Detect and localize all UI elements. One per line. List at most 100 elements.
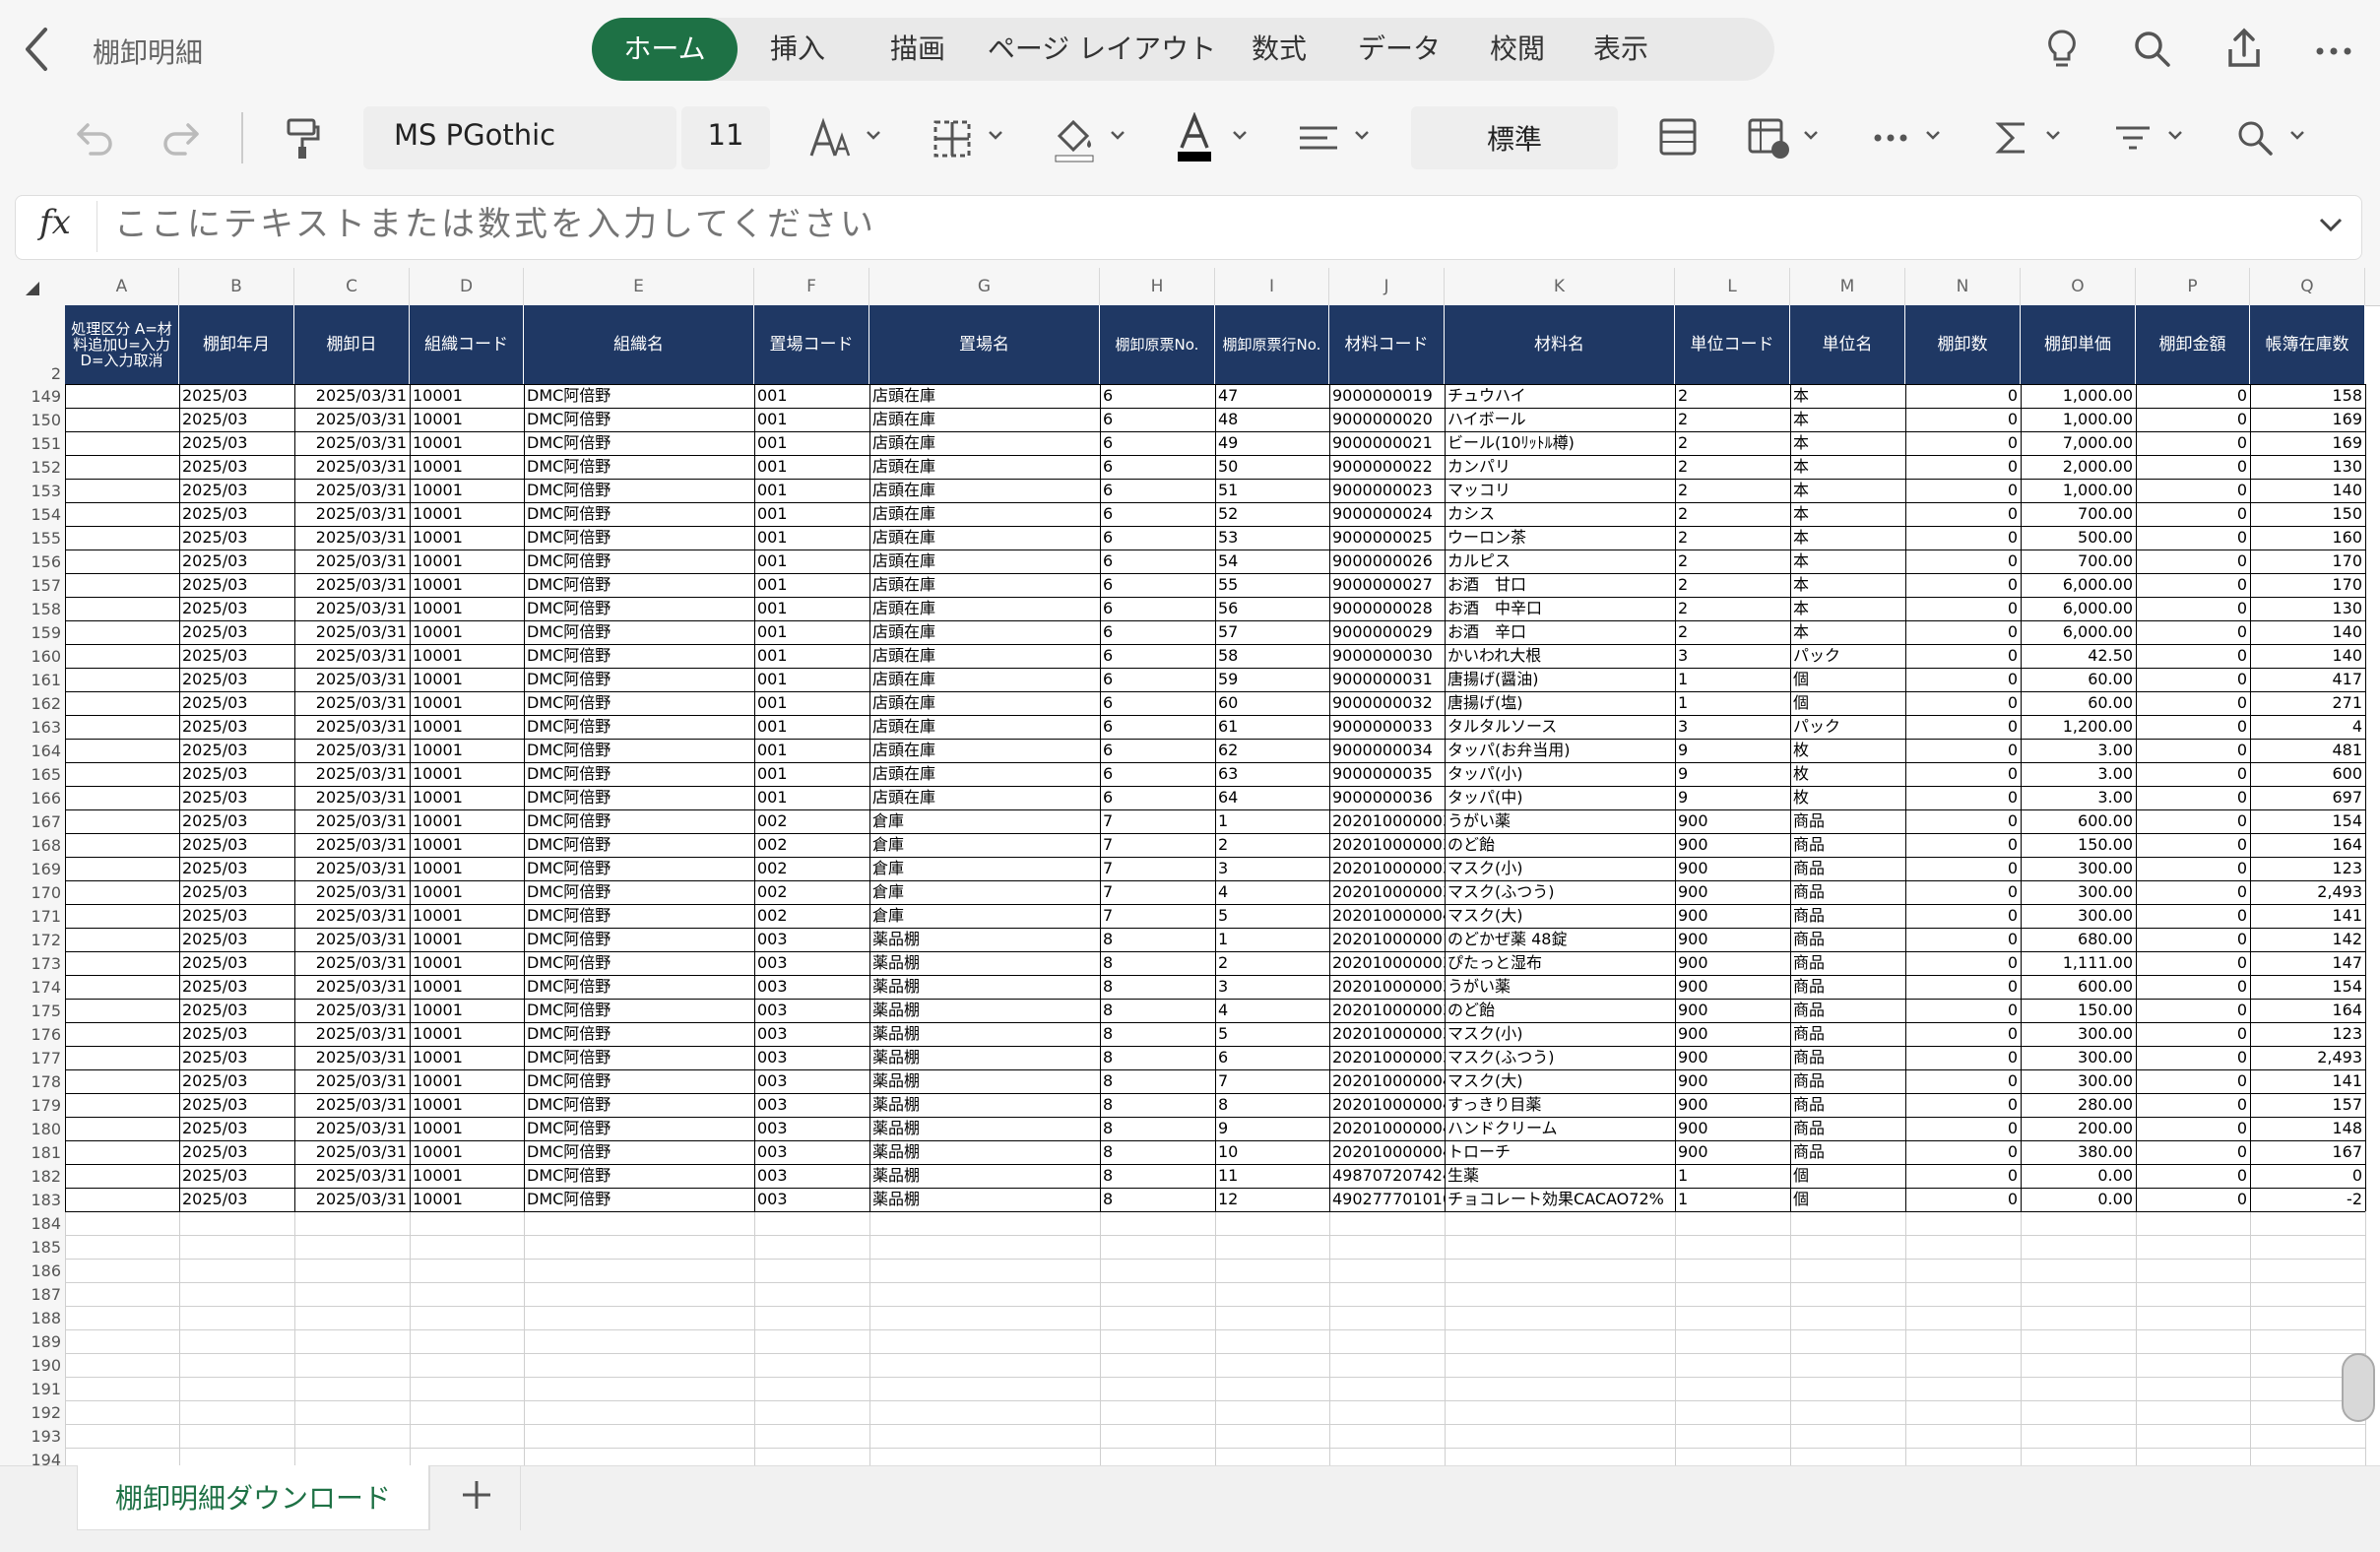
cell-col-h[interactable]: 6 [1100, 691, 1215, 715]
cell-col-j[interactable]: 2020100000036 [1329, 975, 1445, 999]
format-painter-icon[interactable] [283, 112, 322, 163]
cell-col-d[interactable]: 10001 [410, 809, 524, 833]
sort-filter-icon[interactable] [2113, 112, 2153, 163]
cell-col-a[interactable] [65, 1069, 179, 1093]
cell-col-e[interactable]: DMC阿倍野 [524, 644, 754, 668]
fx-icon[interactable]: fx [39, 203, 71, 242]
cell-col-d[interactable]: 10001 [410, 502, 524, 526]
row-number[interactable]: 173 [0, 954, 61, 973]
header-col-a[interactable]: 処理区分 A=材料追加U=入力D=入力取消 [65, 305, 179, 384]
cell-col-k[interactable]: お酒 中辛口 [1445, 597, 1675, 620]
row-number[interactable]: 153 [0, 482, 61, 500]
cell-col-j[interactable]: 2020100000036 [1329, 809, 1445, 833]
cell-col-m[interactable]: 本 [1790, 455, 1905, 479]
header-col-j[interactable]: 材料コード [1329, 305, 1445, 384]
cell-col-k[interactable]: のど飴 [1445, 833, 1675, 857]
row-number[interactable]: 186 [0, 1261, 61, 1280]
cell-col-l[interactable]: 2 [1675, 597, 1790, 620]
cell-col-h[interactable]: 8 [1100, 928, 1215, 951]
cell-col-e[interactable]: DMC阿倍野 [524, 502, 754, 526]
autosum-icon[interactable] [1993, 112, 2030, 163]
font-size-adjust-icon[interactable] [807, 112, 853, 163]
cell-col-o[interactable]: 3.00 [2021, 786, 2136, 809]
cell-col-f[interactable]: 003 [754, 1164, 869, 1188]
cell-col-l[interactable]: 2 [1675, 620, 1790, 644]
cell-col-n[interactable]: 0 [1905, 715, 2021, 739]
cell-col-k[interactable]: マスク(ふつう) [1445, 1046, 1675, 1069]
cell-col-n[interactable]: 0 [1905, 1140, 2021, 1164]
chevron-down-icon[interactable] [2288, 126, 2306, 144]
cell-col-e[interactable]: DMC阿倍野 [524, 809, 754, 833]
cell-col-d[interactable]: 10001 [410, 1164, 524, 1188]
cell-col-c[interactable]: 2025/03/31 [294, 691, 410, 715]
cell-col-b[interactable]: 2025/03 [179, 786, 294, 809]
cell-col-b[interactable]: 2025/03 [179, 739, 294, 762]
cell-col-k[interactable]: ハンドクリーム [1445, 1117, 1675, 1140]
cell-col-k[interactable]: ハイボール [1445, 408, 1675, 431]
cell-col-b[interactable]: 2025/03 [179, 833, 294, 857]
row-number[interactable]: 170 [0, 883, 61, 902]
cell-col-a[interactable] [65, 668, 179, 691]
cell-col-m[interactable]: 本 [1790, 502, 1905, 526]
cell-col-o[interactable]: 680.00 [2021, 928, 2136, 951]
cell-col-f[interactable]: 001 [754, 620, 869, 644]
formula-input[interactable] [112, 200, 2283, 249]
cell-col-o[interactable]: 1,000.00 [2021, 408, 2136, 431]
cell-col-i[interactable]: 6 [1215, 1046, 1329, 1069]
cell-col-c[interactable]: 2025/03/31 [294, 1093, 410, 1117]
cell-col-g[interactable]: 店頭在庫 [869, 597, 1100, 620]
cell-col-c[interactable]: 2025/03/31 [294, 550, 410, 573]
row-number[interactable]: 166 [0, 789, 61, 808]
cell-col-j[interactable]: 9000000033 [1329, 715, 1445, 739]
cell-col-n[interactable]: 0 [1905, 691, 2021, 715]
cell-col-h[interactable]: 6 [1100, 550, 1215, 573]
cell-col-b[interactable]: 2025/03 [179, 880, 294, 904]
row-number[interactable]: 183 [0, 1191, 61, 1209]
cell-col-f[interactable]: 002 [754, 809, 869, 833]
cell-col-e[interactable]: DMC阿倍野 [524, 1164, 754, 1188]
cell-col-l[interactable]: 900 [1675, 1046, 1790, 1069]
cell-col-d[interactable]: 10001 [410, 668, 524, 691]
cell-col-m[interactable]: 本 [1790, 620, 1905, 644]
cell-col-c[interactable]: 2025/03/31 [294, 809, 410, 833]
cell-col-p[interactable]: 0 [2136, 715, 2250, 739]
cell-col-e[interactable]: DMC阿倍野 [524, 597, 754, 620]
cell-col-n[interactable]: 0 [1905, 526, 2021, 550]
cell-col-q[interactable]: 158 [2250, 384, 2365, 408]
column-header-f[interactable]: F [754, 268, 869, 305]
row-number[interactable]: 177 [0, 1049, 61, 1067]
cell-col-a[interactable] [65, 762, 179, 786]
cell-col-d[interactable]: 10001 [410, 644, 524, 668]
column-header-e[interactable]: E [524, 268, 754, 305]
column-header-c[interactable]: C [294, 268, 410, 305]
cell-col-q[interactable]: 169 [2250, 431, 2365, 455]
cell-col-m[interactable]: 商品 [1790, 1140, 1905, 1164]
cell-col-h[interactable]: 6 [1100, 762, 1215, 786]
cell-col-c[interactable]: 2025/03/31 [294, 739, 410, 762]
cell-col-c[interactable]: 2025/03/31 [294, 904, 410, 928]
select-all-corner[interactable] [0, 268, 65, 305]
cell-col-d[interactable]: 10001 [410, 408, 524, 431]
cell-col-k[interactable]: マスク(小) [1445, 1022, 1675, 1046]
cell-col-m[interactable]: 商品 [1790, 951, 1905, 975]
cell-col-i[interactable]: 56 [1215, 597, 1329, 620]
cell-col-m[interactable]: 本 [1790, 573, 1905, 597]
cell-col-q[interactable]: 123 [2250, 1022, 2365, 1046]
cell-col-j[interactable]: 2020100000037 [1329, 999, 1445, 1022]
cell-col-d[interactable]: 10001 [410, 715, 524, 739]
cell-col-l[interactable]: 900 [1675, 999, 1790, 1022]
cell-col-h[interactable]: 6 [1100, 526, 1215, 550]
cell-col-g[interactable]: 店頭在庫 [869, 715, 1100, 739]
cell-col-q[interactable]: 169 [2250, 408, 2365, 431]
column-header-h[interactable]: H [1100, 268, 1215, 305]
cell-col-f[interactable]: 002 [754, 833, 869, 857]
cell-col-c[interactable]: 2025/03/31 [294, 1046, 410, 1069]
cell-col-g[interactable]: 店頭在庫 [869, 762, 1100, 786]
cell-col-g[interactable]: 薬品棚 [869, 999, 1100, 1022]
cell-col-q[interactable]: -2 [2250, 1188, 2365, 1211]
cell-col-k[interactable]: ビール(10ﾘｯﾄﾙ樽) [1445, 431, 1675, 455]
cell-col-g[interactable]: 倉庫 [869, 904, 1100, 928]
chevron-down-icon[interactable] [1924, 126, 1942, 144]
cell-col-c[interactable]: 2025/03/31 [294, 597, 410, 620]
cell-col-n[interactable]: 0 [1905, 620, 2021, 644]
